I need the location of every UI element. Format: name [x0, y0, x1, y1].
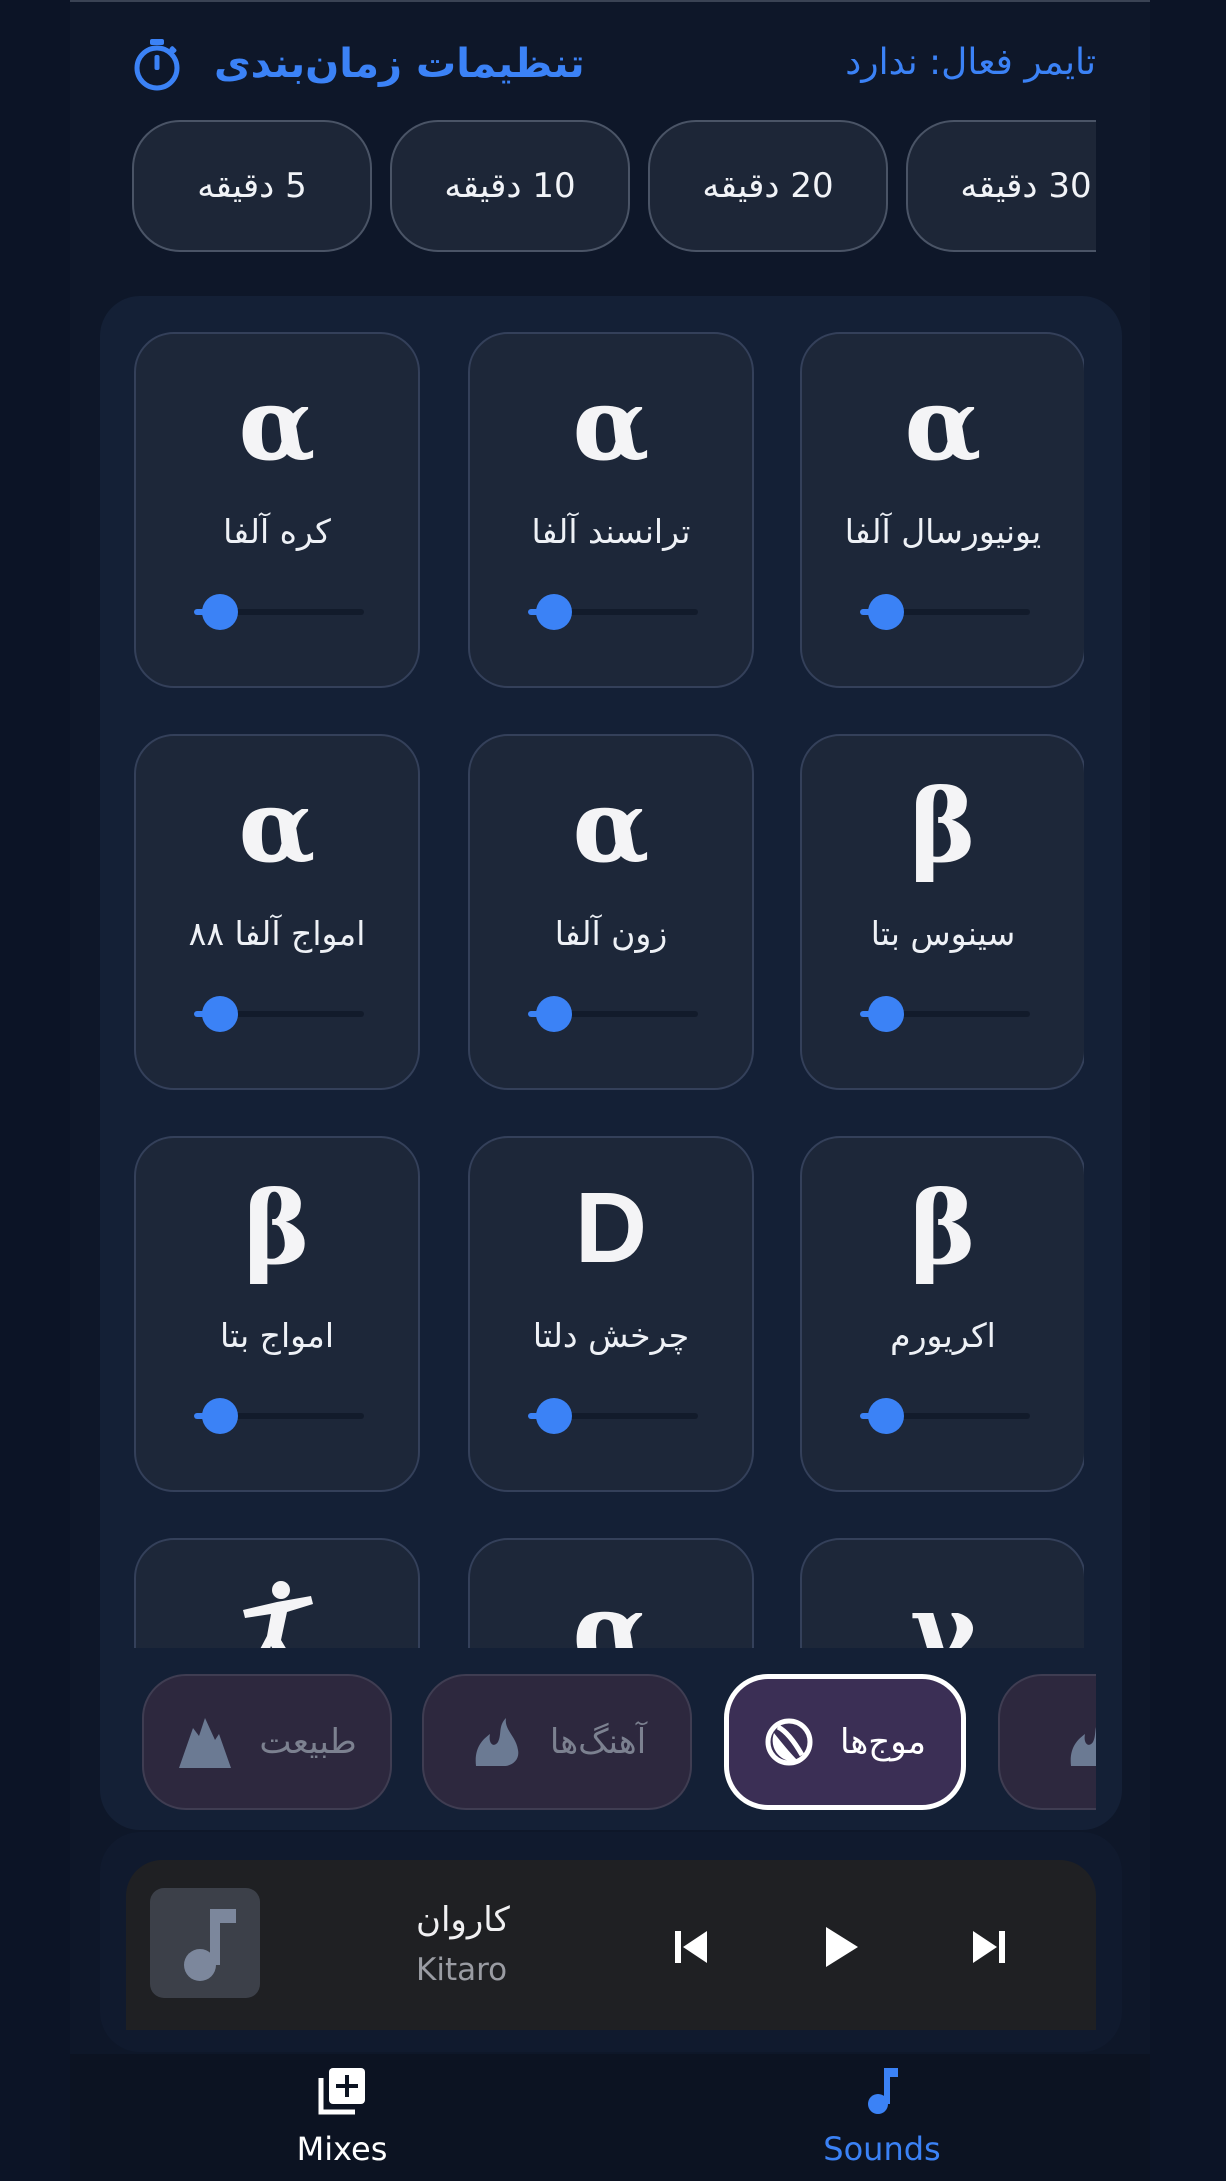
play-button[interactable] — [813, 1920, 867, 1974]
category-tab-waves[interactable]: موج‌ها — [724, 1674, 966, 1810]
track-title: کاروان — [416, 1900, 510, 1940]
volume-slider[interactable] — [860, 1398, 1030, 1434]
person-figure-icon — [243, 1581, 313, 1648]
active-timer-status: تایمر فعال: ندارد — [845, 42, 1096, 83]
sound-name: کره آلفا — [223, 512, 331, 551]
nav-mixes[interactable]: Mixes — [212, 2066, 472, 2168]
album-art — [150, 1888, 260, 1998]
timer-settings-title[interactable]: تنظیمات زمان‌بندی — [130, 36, 585, 92]
nav-sounds-label: Sounds — [823, 2130, 941, 2168]
sound-card[interactable]: D چرخش دلتا — [468, 1136, 754, 1492]
volume-thumb[interactable] — [201, 1398, 238, 1434]
sound-symbol-icon: D — [574, 1172, 648, 1284]
music-note-icon — [868, 2068, 898, 2114]
sound-name: چرخش دلتا — [532, 1316, 690, 1355]
sound-card[interactable]: α — [468, 1538, 754, 1648]
skip-previous-icon — [675, 1931, 707, 1963]
sound-card[interactable] — [134, 1538, 420, 1648]
sound-grid: α یونیورسال آلفا α ترانسند آلفا α کره آلفا β سی… — [134, 330, 1084, 1648]
sound-symbol-icon: α — [238, 767, 316, 885]
library-add-icon — [318, 2068, 365, 2115]
sound-card[interactable]: α زون آلفا — [468, 734, 754, 1090]
sound-name: امواج بتا — [219, 1316, 335, 1355]
sound-card[interactable]: β امواج بتا — [134, 1136, 420, 1492]
category-tabs: موج‌ها آهنگ‌ها طبیعت — [134, 1650, 1096, 1830]
sound-symbol-icon: α — [572, 365, 650, 483]
volume-slider[interactable] — [860, 996, 1030, 1032]
volume-thumb[interactable] — [867, 1398, 904, 1434]
volume-thumb[interactable] — [535, 996, 572, 1032]
sound-card[interactable]: α یونیورسال آلفا — [800, 332, 1084, 688]
category-label: موج‌ها — [840, 1722, 927, 1762]
sound-symbol-icon: α — [238, 365, 316, 483]
sound-name: زون آلفا — [554, 914, 668, 953]
sound-card[interactable]: α ترانسند آلفا — [468, 332, 754, 688]
previous-button[interactable] — [664, 1920, 718, 1974]
category-tab-nature[interactable]: طبیعت — [142, 1674, 392, 1810]
sound-name: اکریورم — [890, 1316, 996, 1355]
flame-icon — [1070, 1727, 1096, 1766]
volume-slider[interactable] — [528, 594, 698, 630]
timer-option-20[interactable]: 20 دقیقه — [648, 120, 888, 252]
volume-slider[interactable] — [194, 1398, 364, 1434]
volume-slider[interactable] — [194, 594, 364, 630]
mini-player[interactable]: کاروان Kitaro — [126, 1860, 1096, 2030]
category-tab-songs[interactable]: آهنگ‌ها — [422, 1674, 692, 1810]
volume-slider[interactable] — [528, 1398, 698, 1434]
sound-symbol-icon: α — [572, 767, 650, 885]
timer-option-30[interactable]: 30 دقیقه — [906, 120, 1096, 252]
nav-sounds[interactable]: Sounds — [752, 2066, 1012, 2168]
sound-card[interactable]: β سینوس بتا — [800, 734, 1084, 1090]
sound-name: ترانسند آلفا — [531, 512, 691, 551]
sound-card[interactable]: γ — [800, 1538, 1084, 1648]
volume-thumb[interactable] — [535, 1398, 572, 1434]
category-label: آهنگ‌ها — [549, 1722, 647, 1762]
sound-name: یونیورسال آلفا — [844, 512, 1042, 551]
sound-symbol-icon: β — [909, 1169, 977, 1287]
timer-option-10[interactable]: 10 دقیقه — [390, 120, 630, 252]
nav-mixes-label: Mixes — [296, 2130, 388, 2168]
volume-slider[interactable] — [860, 594, 1030, 630]
sound-name: امواج آلفا ۸۸ — [188, 914, 366, 953]
music-note-icon — [184, 1909, 236, 1981]
category-label: طبیعت — [259, 1722, 357, 1762]
flame-icon — [475, 1718, 519, 1766]
timer-option-5[interactable]: 5 دقیقه — [132, 120, 372, 252]
category-tab-partial[interactable] — [998, 1674, 1096, 1810]
sound-card[interactable]: α کره آلفا — [134, 332, 420, 688]
sound-symbol-icon — [136, 1580, 418, 1648]
mountain-icon — [179, 1718, 232, 1768]
stopwatch-icon — [134, 39, 180, 91]
sound-symbol-icon: α — [904, 365, 982, 483]
timer-header: تنظیمات زمان‌بندی تایمر فعال: ندارد — [130, 36, 1096, 92]
timer-title: تنظیمات زمان‌بندی — [214, 41, 585, 87]
bottom-navigation: Mixes Sounds — [70, 2054, 1150, 2181]
volume-thumb[interactable] — [201, 996, 238, 1032]
play-icon — [826, 1927, 858, 1967]
sound-symbol-icon: α — [572, 1571, 650, 1648]
sound-card[interactable]: β اکریورم — [800, 1136, 1084, 1492]
sound-symbol-icon: γ — [909, 1571, 976, 1648]
volume-slider[interactable] — [528, 996, 698, 1032]
sound-card[interactable]: α امواج آلفا ۸۸ — [134, 734, 420, 1090]
skip-next-icon — [973, 1931, 1005, 1963]
brain-wave-icon — [765, 1718, 813, 1766]
sound-symbol-icon: β — [909, 767, 977, 885]
sound-symbol-icon: β — [243, 1169, 311, 1287]
volume-thumb[interactable] — [867, 594, 904, 630]
next-button[interactable] — [962, 1920, 1016, 1974]
timer-duration-options: 5 دقیقه 10 دقیقه 20 دقیقه 30 دقیقه — [132, 120, 1096, 254]
volume-thumb[interactable] — [201, 594, 238, 630]
track-artist: Kitaro — [416, 1952, 508, 1988]
volume-thumb[interactable] — [867, 996, 904, 1032]
sound-name: سینوس بتا — [870, 914, 1016, 953]
volume-thumb[interactable] — [535, 594, 572, 630]
volume-slider[interactable] — [194, 996, 364, 1032]
